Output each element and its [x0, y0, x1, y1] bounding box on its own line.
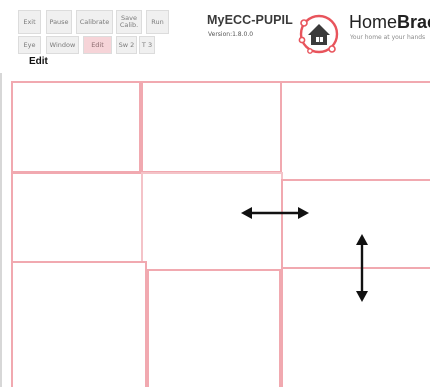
brand-tagline: Your home at your hands: [350, 34, 426, 41]
workspace-left-edge: [0, 73, 2, 387]
window-button[interactable]: Window: [46, 36, 79, 54]
window-pane-7[interactable]: [11, 261, 147, 387]
switch-2-button[interactable]: Sw 2: [116, 36, 137, 54]
window-pane-4[interactable]: [11, 172, 143, 263]
timer-3-button[interactable]: T 3: [139, 36, 155, 54]
app-title: MyECC-PUPIL: [207, 13, 293, 27]
edit-button[interactable]: Edit: [83, 36, 112, 54]
window-pane-3[interactable]: [280, 81, 430, 181]
brand-name-bold: Brace: [397, 12, 430, 32]
calibrate-button[interactable]: Calibrate: [76, 10, 113, 34]
window-pane-2[interactable]: [141, 81, 282, 173]
home-brace-logo-icon: [298, 14, 339, 54]
run-button[interactable]: Run: [146, 10, 169, 34]
up-down-arrow-icon[interactable]: [352, 233, 372, 303]
eye-button[interactable]: Eye: [18, 36, 41, 54]
left-right-arrow-icon[interactable]: [240, 203, 310, 223]
brand-name-light: Home: [349, 12, 398, 32]
window-pane-1[interactable]: [11, 81, 141, 173]
app-version: Version:1.8.0.0: [208, 31, 254, 38]
brand-name: HomeBrace: [349, 12, 430, 33]
pause-button[interactable]: Pause: [46, 10, 72, 34]
window-pane-8[interactable]: [147, 269, 281, 387]
exit-button[interactable]: Exit: [18, 10, 41, 34]
save-calibration-button[interactable]: Save Calib.: [116, 10, 142, 34]
mode-label: Edit: [29, 56, 48, 67]
edit-workspace[interactable]: [0, 73, 430, 387]
